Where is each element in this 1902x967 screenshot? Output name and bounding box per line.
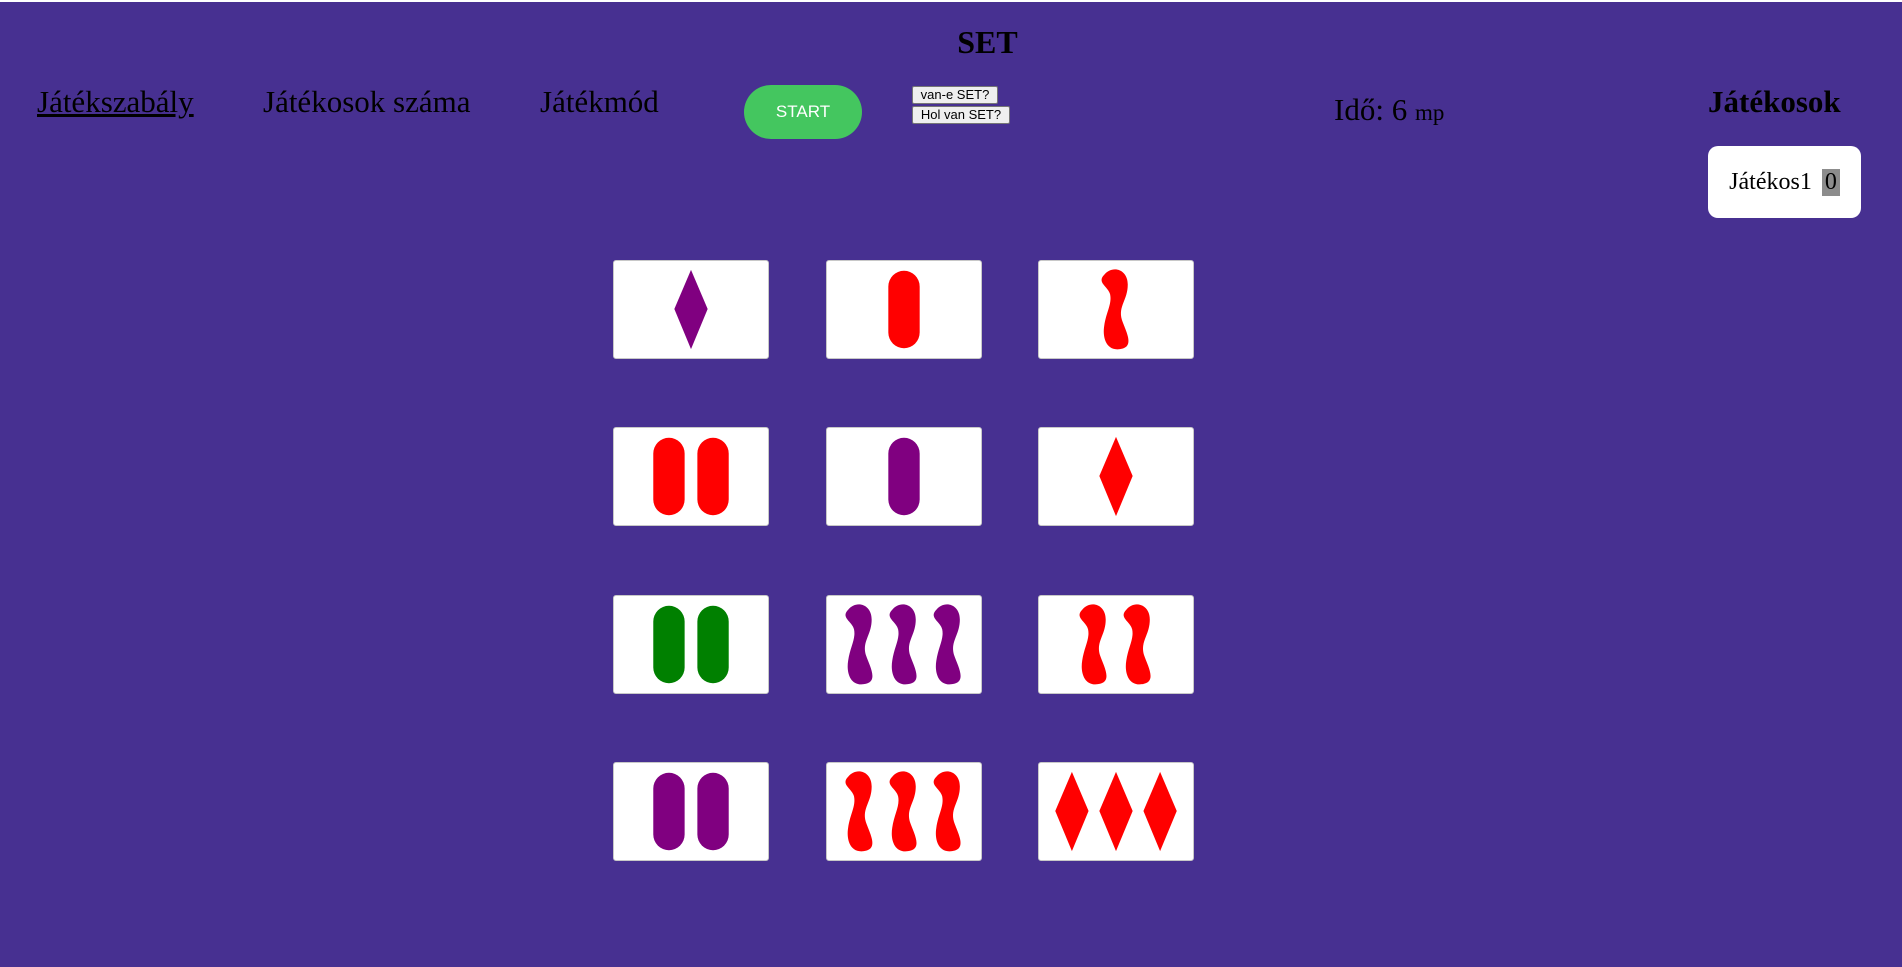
player-card: Játékos1 0 bbox=[1708, 146, 1861, 218]
start-button[interactable]: START bbox=[744, 85, 862, 139]
diamond-shape bbox=[1099, 771, 1133, 852]
diamond-shape bbox=[1143, 771, 1177, 852]
oval-shape bbox=[888, 437, 920, 516]
diamond-shape bbox=[1099, 436, 1133, 517]
set-card[interactable] bbox=[826, 260, 982, 359]
squiggle-shape bbox=[1101, 269, 1129, 350]
card-symbols bbox=[653, 437, 729, 516]
diamond-shape bbox=[674, 269, 708, 350]
card-symbols bbox=[653, 605, 729, 684]
card-symbols bbox=[674, 269, 708, 350]
squiggle-shape bbox=[933, 771, 961, 852]
squiggle-shape bbox=[845, 604, 873, 685]
nav-players-count[interactable]: Játékosok száma bbox=[263, 84, 470, 120]
oval-shape bbox=[653, 605, 685, 684]
set-card[interactable] bbox=[1038, 260, 1194, 359]
set-card[interactable] bbox=[613, 260, 769, 359]
set-card[interactable] bbox=[613, 762, 769, 861]
set-card[interactable] bbox=[826, 762, 982, 861]
card-symbols bbox=[845, 771, 961, 852]
squiggle-shape bbox=[1123, 604, 1151, 685]
timer-label: Idő: bbox=[1334, 92, 1384, 127]
squiggle-shape bbox=[889, 604, 917, 685]
squiggle-shape bbox=[933, 604, 961, 685]
timer: Idő: 6 mp bbox=[1334, 92, 1444, 128]
nav-game-mode[interactable]: Játékmód bbox=[540, 84, 659, 120]
oval-shape bbox=[697, 605, 729, 684]
timer-value: 6 bbox=[1391, 92, 1408, 127]
players-heading: Játékosok bbox=[1708, 84, 1841, 119]
set-card[interactable] bbox=[613, 595, 769, 694]
card-symbols bbox=[1055, 771, 1177, 852]
player-name: Játékos1 bbox=[1729, 168, 1812, 195]
where-is-set-button[interactable]: Hol van SET? bbox=[912, 106, 1010, 124]
timer-unit: mp bbox=[1414, 100, 1445, 125]
oval-shape bbox=[653, 437, 685, 516]
card-symbols bbox=[1079, 604, 1151, 685]
squiggle-shape bbox=[1079, 604, 1107, 685]
oval-shape bbox=[888, 270, 920, 349]
set-card[interactable] bbox=[826, 427, 982, 526]
player-score: 0 bbox=[1821, 168, 1840, 196]
is-there-set-button[interactable]: van-e SET? bbox=[912, 86, 998, 104]
page-title: SET bbox=[957, 24, 1018, 60]
set-card[interactable] bbox=[1038, 595, 1194, 694]
set-card[interactable] bbox=[826, 595, 982, 694]
oval-shape bbox=[697, 437, 729, 516]
nav-rules-link[interactable]: Játékszabály bbox=[37, 84, 194, 120]
card-symbols bbox=[1101, 269, 1129, 350]
oval-shape bbox=[697, 772, 729, 851]
squiggle-shape bbox=[845, 771, 873, 852]
card-symbols bbox=[653, 772, 729, 851]
set-card[interactable] bbox=[613, 427, 769, 526]
card-symbols bbox=[888, 270, 920, 349]
set-card[interactable] bbox=[1038, 762, 1194, 861]
oval-shape bbox=[653, 772, 685, 851]
card-symbols bbox=[888, 437, 920, 516]
diamond-shape bbox=[1055, 771, 1089, 852]
card-symbols bbox=[845, 604, 961, 685]
squiggle-shape bbox=[889, 771, 917, 852]
set-card[interactable] bbox=[1038, 427, 1194, 526]
card-symbols bbox=[1099, 436, 1133, 517]
